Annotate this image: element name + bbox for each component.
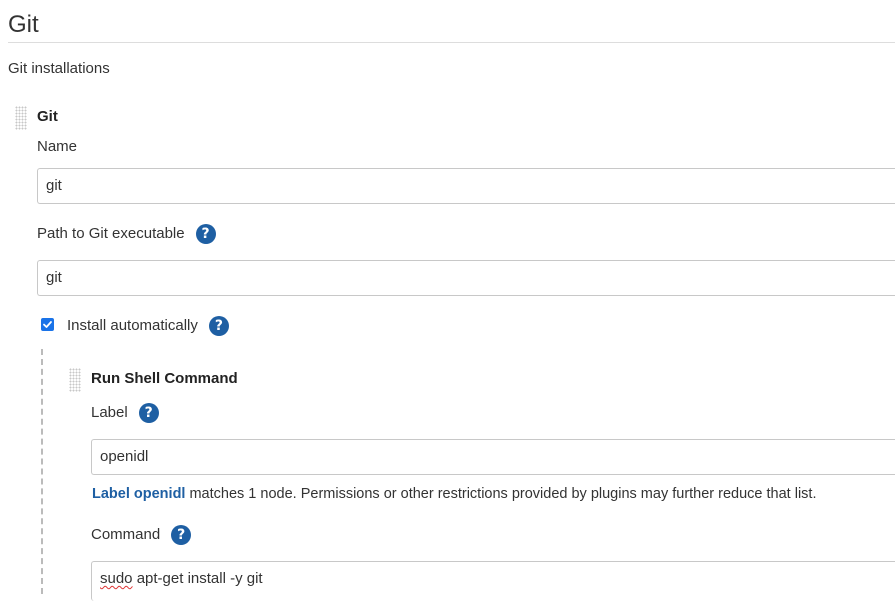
git-installations-label: Git installations xyxy=(8,60,110,77)
path-help-icon[interactable]: ? xyxy=(195,224,216,244)
label-link[interactable]: Label openidl xyxy=(92,486,185,502)
install-automatically-help-icon[interactable]: ? xyxy=(208,316,229,336)
installer-drag-handle[interactable] xyxy=(69,368,81,392)
label-help-icon[interactable]: ? xyxy=(138,403,159,423)
command-label-text: Command xyxy=(91,526,161,543)
path-field-label: Path to Git executable ? xyxy=(37,224,216,244)
section-title: Git xyxy=(8,11,39,38)
installer-title: Run Shell Command xyxy=(91,370,238,387)
install-automatically-label: Install automatically ? xyxy=(67,316,229,336)
name-field-label: Name xyxy=(37,137,77,157)
command-help-icon[interactable]: ? xyxy=(171,525,192,545)
command-textarea[interactable]: sudo apt-get install -y git xyxy=(91,561,895,601)
command-rest-text: apt-get install -y git xyxy=(132,570,263,587)
path-input[interactable]: git xyxy=(37,260,895,296)
section-divider xyxy=(8,42,895,43)
git-installation-drag-handle[interactable] xyxy=(15,106,27,130)
command-sudo-word: sudo xyxy=(100,570,133,587)
label-match-note: Label openidl matches 1 node. Permission… xyxy=(92,484,817,504)
git-installation-title: Git xyxy=(37,108,58,125)
install-automatically-text: Install automatically xyxy=(67,317,198,334)
name-label-text: Name xyxy=(37,138,78,155)
label-input[interactable]: openidl xyxy=(91,439,895,475)
label-label-text: Label xyxy=(91,404,128,421)
path-label-text: Path to Git executable xyxy=(37,225,185,242)
install-automatically-checkbox[interactable] xyxy=(41,318,54,331)
label-note-text: matches 1 node. Permissions or other res… xyxy=(185,486,817,502)
checkmark-icon xyxy=(43,321,52,328)
command-field-label: Command ? xyxy=(91,525,192,545)
installer-nesting-line xyxy=(41,349,43,594)
name-input[interactable]: git xyxy=(37,168,895,204)
label-field-label: Label ? xyxy=(91,403,159,423)
